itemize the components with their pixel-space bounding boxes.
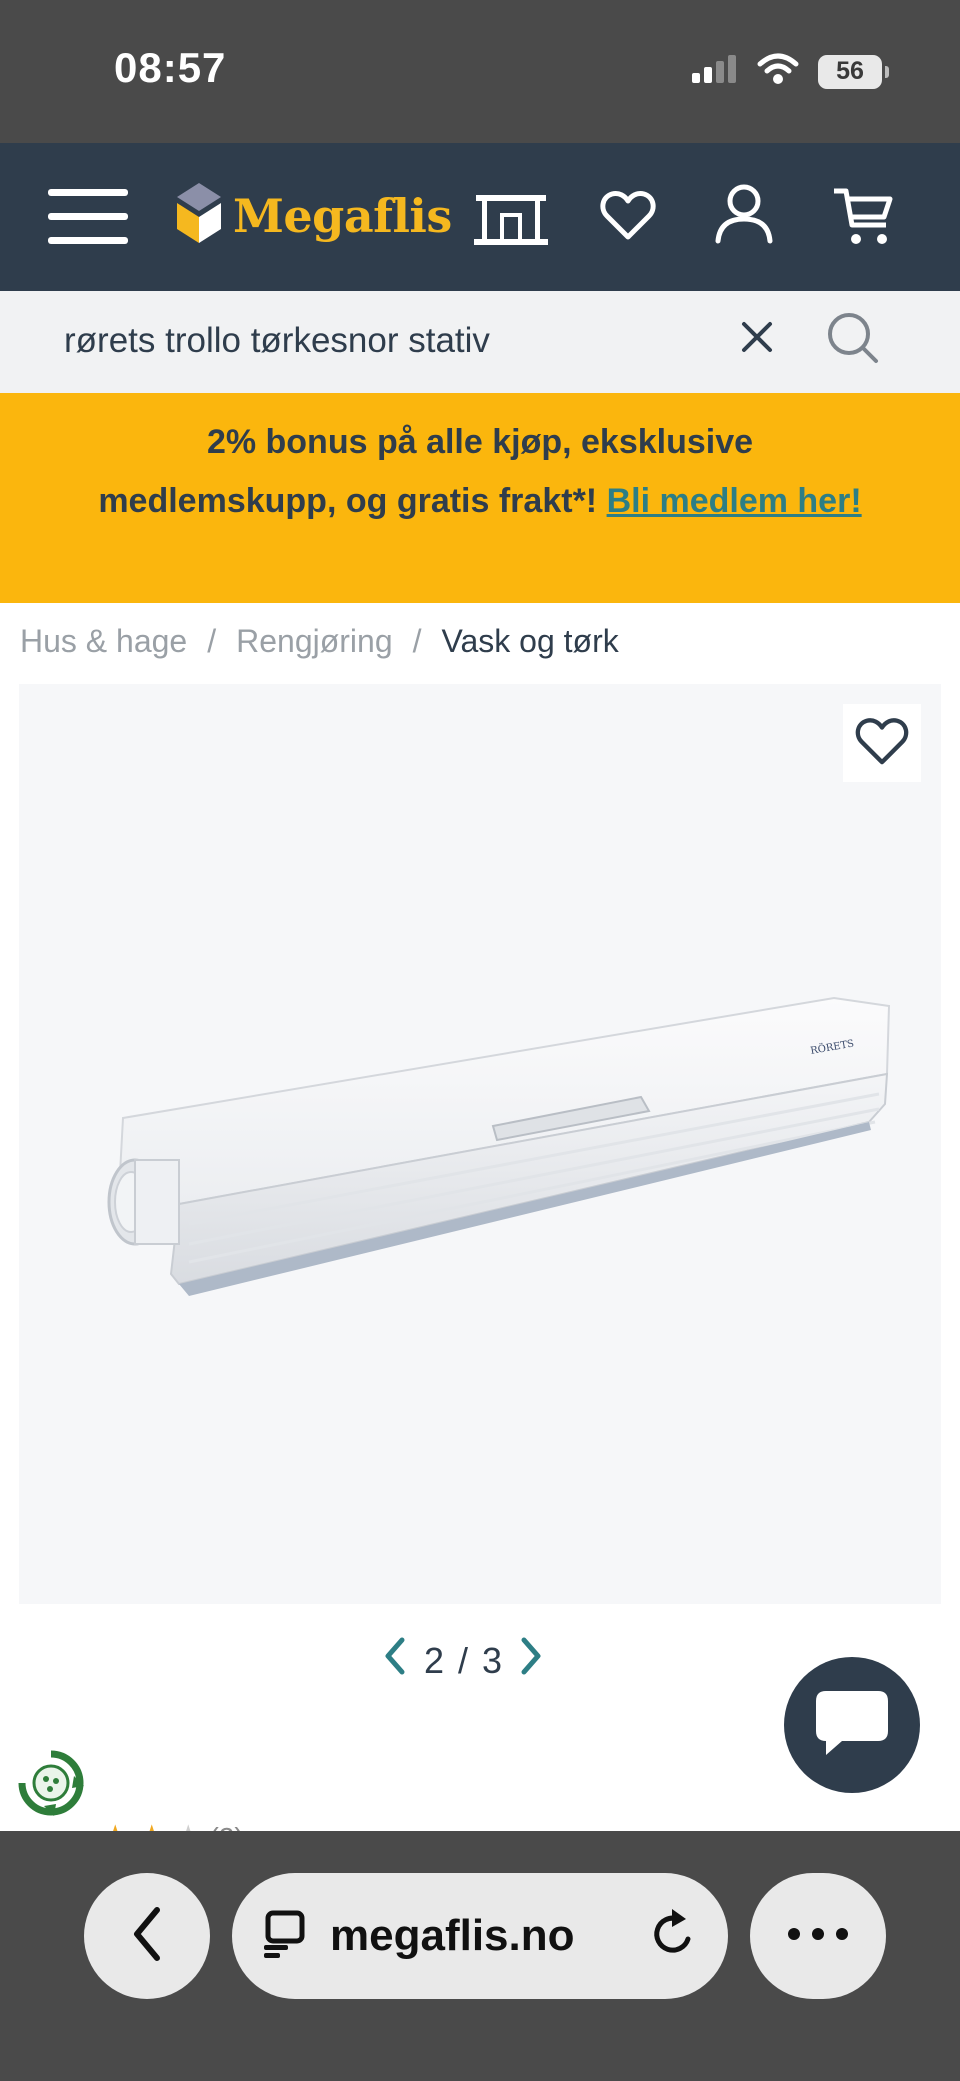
- join-membership-link[interactable]: Bli medlem her!: [607, 482, 862, 520]
- pager-current: 2: [424, 1639, 445, 1681]
- add-to-wishlist-button[interactable]: [843, 704, 921, 782]
- reload-icon[interactable]: [648, 1907, 698, 1966]
- close-icon[interactable]: [738, 318, 776, 361]
- breadcrumb-item-vask-og-tork[interactable]: Vask og tørk: [442, 623, 619, 660]
- page: 08:57 56 Megaflis rørets trollo tørkesno…: [0, 0, 960, 2081]
- breadcrumb-item-hus-hage[interactable]: Hus & hage: [20, 623, 187, 660]
- store-icon[interactable]: [472, 187, 550, 247]
- site-header: Megaflis: [0, 143, 960, 291]
- wifi-icon: [756, 52, 800, 91]
- chevron-left-icon[interactable]: [380, 1636, 410, 1685]
- chat-bubble-icon: [812, 1687, 892, 1764]
- breadcrumb: Hus & hage / Rengjøring / Vask og tørk: [20, 623, 619, 660]
- pager-separator: /: [458, 1639, 469, 1681]
- logo-mark-icon: [175, 181, 223, 250]
- heart-icon: [855, 716, 909, 771]
- status-bar: 08:57 56: [0, 0, 960, 143]
- signal-icon: [690, 53, 738, 90]
- product-image-gallery[interactable]: RÖRETS: [19, 684, 941, 1604]
- recycle-badge-icon: [16, 1748, 86, 1823]
- image-pager: 2 / 3: [380, 1636, 546, 1685]
- search-input[interactable]: rørets trollo tørkesnor stativ: [64, 321, 490, 361]
- logo-text: Megaflis: [233, 188, 452, 243]
- more-options-button[interactable]: [750, 1873, 886, 1999]
- search-bar: rørets trollo tørkesnor stativ: [0, 291, 960, 393]
- menu-icon[interactable]: [46, 185, 130, 249]
- breadcrumb-item-rengjoring[interactable]: Rengjøring: [236, 623, 393, 660]
- membership-banner: 2% bonus på alle kjøp, eksklusive medlem…: [0, 393, 960, 603]
- url-text: megaflis.no: [330, 1911, 575, 1960]
- page-settings-icon[interactable]: [262, 1909, 308, 1964]
- address-bar[interactable]: megaflis.no: [232, 1873, 728, 1999]
- status-icons: 56: [690, 52, 889, 91]
- breadcrumb-separator: /: [412, 623, 422, 659]
- chevron-right-icon[interactable]: [516, 1636, 546, 1685]
- chat-button[interactable]: [784, 1657, 920, 1793]
- banner-asterisk: *!: [572, 482, 598, 520]
- back-button[interactable]: [84, 1873, 210, 1999]
- search-icon[interactable]: [826, 311, 880, 370]
- status-time: 08:57: [114, 44, 227, 91]
- product-image: RÖRETS: [107, 996, 891, 1296]
- user-icon[interactable]: [714, 183, 774, 245]
- cart-icon[interactable]: [832, 185, 894, 249]
- chevron-left-icon: [127, 1904, 167, 1969]
- pager-total: 3: [482, 1639, 503, 1681]
- battery-indicator: 56: [818, 54, 889, 89]
- site-logo[interactable]: Megaflis: [175, 181, 452, 250]
- heart-icon[interactable]: [600, 189, 656, 241]
- more-dots-icon: [786, 1927, 850, 1946]
- browser-toolbar: megaflis.no: [0, 1831, 960, 2081]
- breadcrumb-separator: /: [207, 623, 217, 659]
